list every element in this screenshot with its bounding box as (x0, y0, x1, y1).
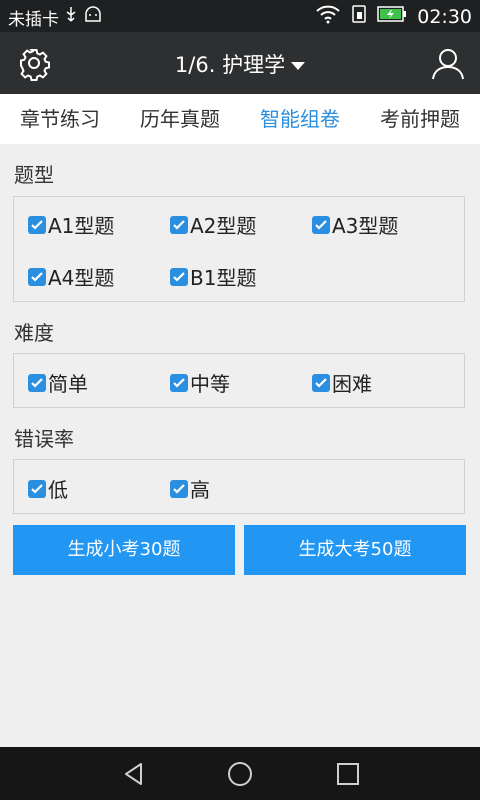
checkbox-checked-icon (170, 479, 188, 498)
status-bar: 未插卡 02:30 (0, 0, 480, 32)
checkbox-a1[interactable]: A1型题 (28, 210, 114, 239)
checkbox-checked-icon (312, 373, 330, 392)
checkbox-label: 高 (190, 478, 210, 502)
app-header: 1/6. 护理学 (0, 32, 480, 94)
checkbox-medium[interactable]: 中等 (170, 368, 230, 397)
checkbox-label: 简单 (48, 372, 88, 396)
checkbox-label: A2型题 (190, 214, 257, 238)
checkbox-checked-icon (170, 215, 188, 234)
tab-predicted-questions[interactable]: 考前押题 (360, 94, 480, 144)
section-title-type: 题型 (14, 163, 54, 187)
checkbox-label: 低 (48, 478, 68, 502)
generate-small-exam-button[interactable]: 生成小考30题 (13, 525, 235, 575)
checkbox-a3[interactable]: A3型题 (312, 210, 398, 239)
section-title-error-rate: 错误率 (14, 427, 74, 451)
back-icon[interactable] (121, 761, 147, 787)
checkbox-checked-icon (170, 267, 188, 286)
sim-icon (351, 4, 367, 29)
generate-big-exam-button[interactable]: 生成大考50题 (244, 525, 466, 575)
type-options-box: A1型题 A2型题 A3型题 A4型题 B1型题 (13, 196, 465, 302)
subject-selector[interactable]: 1/6. 护理学 (0, 49, 480, 79)
checkbox-checked-icon (28, 267, 46, 286)
tab-bar: 章节练习 历年真题 智能组卷 考前押题 (0, 94, 480, 144)
tab-past-exams[interactable]: 历年真题 (120, 94, 240, 144)
checkbox-label: A4型题 (48, 266, 115, 290)
checkbox-easy[interactable]: 简单 (28, 368, 88, 397)
system-nav-bar (0, 747, 480, 800)
checkbox-label: 中等 (190, 372, 230, 396)
checkbox-b1[interactable]: B1型题 (170, 262, 256, 291)
checkbox-a4[interactable]: A4型题 (28, 262, 114, 291)
wifi-icon (315, 4, 341, 29)
usb-icon (65, 6, 77, 29)
checkbox-checked-icon (28, 479, 46, 498)
tab-chapter-practice[interactable]: 章节练习 (0, 94, 120, 144)
status-right: 02:30 (315, 4, 472, 29)
checkbox-checked-icon (312, 215, 330, 234)
home-icon[interactable] (227, 761, 253, 787)
carrier-label: 未插卡 (8, 10, 59, 30)
checkbox-checked-icon (170, 373, 188, 392)
checkbox-label: A3型题 (332, 214, 399, 238)
checkbox-label: 困难 (332, 372, 372, 396)
checkbox-label: B1型题 (190, 266, 257, 290)
dropdown-caret-icon (291, 62, 306, 70)
battery-icon (377, 5, 407, 28)
recent-apps-icon[interactable] (335, 761, 361, 787)
checkbox-a2[interactable]: A2型题 (170, 210, 256, 239)
clock: 02:30 (417, 5, 472, 28)
section-title-difficulty: 难度 (14, 321, 54, 345)
page-title: 1/6. 护理学 (174, 53, 286, 77)
error-rate-options-box: 低 高 (13, 459, 465, 514)
status-left: 未插卡 (8, 5, 103, 30)
checkbox-hard[interactable]: 困难 (312, 368, 372, 397)
checkbox-label: A1型题 (48, 214, 115, 238)
user-profile-icon[interactable] (430, 45, 466, 81)
difficulty-options-box: 简单 中等 困难 (13, 353, 465, 408)
checkbox-checked-icon (28, 215, 46, 234)
tab-smart-paper[interactable]: 智能组卷 (240, 94, 360, 144)
checkbox-high[interactable]: 高 (170, 474, 210, 503)
android-debug-icon (83, 6, 103, 29)
checkbox-low[interactable]: 低 (28, 474, 68, 503)
checkbox-checked-icon (28, 373, 46, 392)
